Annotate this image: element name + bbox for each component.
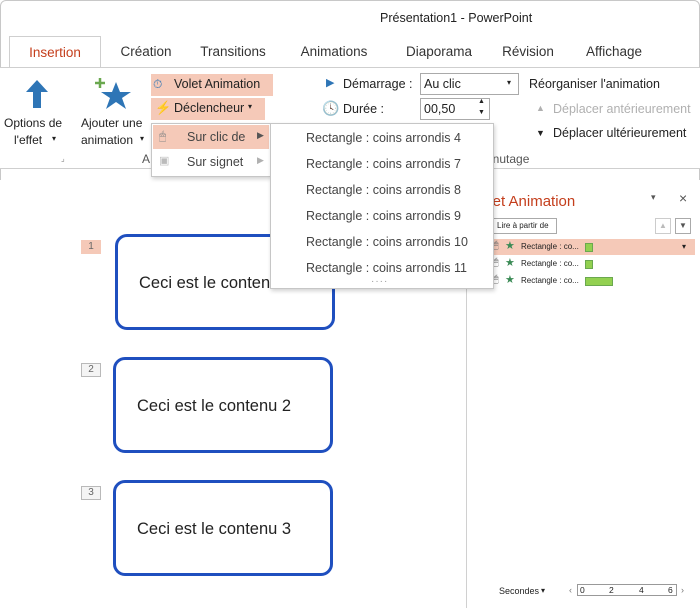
submenu-arrow-icon: ▶ <box>257 130 264 140</box>
spin-up-icon[interactable]: ▲ <box>478 98 485 105</box>
close-icon[interactable]: × <box>679 190 687 206</box>
animation-item-label: Rectangle : co... <box>521 276 579 285</box>
animation-item-label: Rectangle : co... <box>521 259 579 268</box>
animation-list-item[interactable]: 🖰 ★ Rectangle : co... <box>487 256 695 272</box>
animation-tag[interactable]: 1 <box>81 240 101 254</box>
tab-affichage[interactable]: Affichage <box>576 36 652 68</box>
scroll-left-icon[interactable]: ‹ <box>569 585 572 595</box>
animation-tag[interactable]: 3 <box>81 486 101 500</box>
trigger-button[interactable]: ⚡ Déclencheur ▾ <box>151 98 265 120</box>
submenu-arrow-icon: ▶ <box>257 155 264 165</box>
reorder-title: Réorganiser l'animation <box>529 77 660 91</box>
tab-creation[interactable]: Création <box>108 36 184 68</box>
on-click-of-label: Sur clic de <box>187 130 246 144</box>
caret-down-icon: ▾ <box>541 586 546 595</box>
tab-transitions[interactable]: Transitions <box>190 36 276 68</box>
clock-icon: 🕓 <box>322 100 340 116</box>
shape-menu-item[interactable]: Rectangle : coins arrondis 9 <box>306 209 461 223</box>
tab-revision[interactable]: Révision <box>494 36 562 68</box>
start-value: Au clic <box>424 77 461 91</box>
timeline-tick: 4 <box>639 585 644 595</box>
chevron-down-icon[interactable]: ▾ <box>651 192 656 203</box>
star-icon: ★ <box>505 257 515 269</box>
dialog-launcher-icon[interactable]: ⌟ <box>61 154 65 163</box>
shape-text: Ceci est le contenu 3 <box>137 520 292 538</box>
group-label-timing: inutage <box>490 152 530 166</box>
shape-menu-item[interactable]: Rectangle : coins arrondis 11 <box>306 261 467 275</box>
window-title: Présentation1 - PowerPoint <box>380 11 533 25</box>
animation-pane-icon: ⏱ <box>153 77 163 91</box>
triangle-up-icon: ▲ <box>536 103 545 113</box>
seconds-label[interactable]: Secondes <box>499 586 539 596</box>
animation-tag[interactable]: 2 <box>81 363 101 377</box>
animation-list-item[interactable]: 🖰 ★ Rectangle : co... ▾ <box>487 239 695 255</box>
tab-insertion[interactable]: Insertion <box>9 36 101 68</box>
duration-spinner[interactable]: 00,50 ▲ ▼ <box>420 98 490 120</box>
duration-value: 00,50 <box>424 102 456 116</box>
timing-bar[interactable] <box>585 277 613 286</box>
timeline-ruler: 0 2 4 6 <box>577 584 677 596</box>
shape-menu-item[interactable]: Rectangle : coins arrondis 7 <box>306 157 461 171</box>
shape-menu-item[interactable]: Rectangle : coins arrondis 4 <box>306 131 461 145</box>
animation-list-item[interactable]: 🖰 ★ Rectangle : co... <box>487 273 695 289</box>
chevron-down-icon: ▾ <box>507 78 512 87</box>
star-icon: ★ <box>505 240 515 252</box>
animation-pane-button[interactable]: ⏱ Volet Animation <box>151 74 273 96</box>
menu-item-on-click-of[interactable]: 🖱 Sur clic de ▶ <box>153 125 269 149</box>
add-animation-label-2: animation <box>81 133 134 147</box>
scroll-right-icon[interactable]: › <box>681 585 684 595</box>
triangle-down-icon: ▼ <box>536 128 545 138</box>
tab-animations[interactable]: Animations <box>290 36 378 68</box>
animation-pane: olet Animation ▾ × Lire à partir de ▲ ▼ … <box>466 180 700 608</box>
menu-item-on-bookmark[interactable]: ▣ Sur signet ▶ <box>153 150 269 174</box>
move-up-button[interactable]: ▲ <box>655 218 671 234</box>
caret-down-icon: ▾ <box>140 134 145 143</box>
shape-menu-item[interactable]: Rectangle : coins arrondis 10 <box>306 235 468 249</box>
caret-down-icon: ▾ <box>52 134 57 143</box>
arrow-up-icon <box>26 80 48 108</box>
shape-text: Ceci est le contenu 2 <box>137 397 292 415</box>
star-add-icon <box>95 78 131 109</box>
shape-menu-item[interactable]: Rectangle : coins arrondis 8 <box>306 183 461 197</box>
spin-down-icon[interactable]: ▼ <box>478 109 485 116</box>
effect-options-label-2: l'effet <box>14 133 43 147</box>
play-icon: ▶ <box>326 77 335 89</box>
animation-item-label: Rectangle : co... <box>521 242 579 251</box>
timing-bar[interactable] <box>585 260 593 269</box>
effect-options-button[interactable]: Options de l'effet ▾ <box>2 72 70 154</box>
trigger-menu: 🖱 Sur clic de ▶ ▣ Sur signet ▶ <box>151 123 271 177</box>
resize-grip[interactable]: ···· <box>371 276 388 287</box>
star-icon: ★ <box>505 274 515 286</box>
group-label-advanced: A <box>142 152 151 166</box>
lightning-icon: ⚡ <box>155 100 172 115</box>
title-bar: Présentation1 - PowerPoint <box>0 0 700 36</box>
play-from-button[interactable]: Lire à partir de <box>491 218 557 234</box>
effect-options-label-1: Options de <box>4 116 63 130</box>
bookmark-icon: ▣ <box>159 155 170 167</box>
add-animation-label-1: Ajouter une <box>81 116 143 130</box>
on-bookmark-label: Sur signet <box>187 155 244 169</box>
trigger-label: Déclencheur <box>174 101 245 115</box>
add-animation-button[interactable]: Ajouter une animation ▾ <box>76 72 152 154</box>
move-later-button[interactable]: Déplacer ultérieurement <box>553 126 686 140</box>
animation-pane-label: Volet Animation <box>174 77 261 91</box>
move-earlier-button[interactable]: Déplacer antérieurement <box>553 102 691 116</box>
content-shape[interactable]: Ceci est le contenu 3 <box>113 480 333 576</box>
duration-label: Durée : <box>343 102 384 116</box>
chevron-down-icon[interactable]: ▾ <box>682 242 686 251</box>
ribbon-tabs: Insertion Création Transitions Animation… <box>0 36 700 68</box>
timeline-tick: 2 <box>609 585 614 595</box>
timeline-tick: 6 <box>668 585 673 595</box>
caret-down-icon: ▾ <box>248 102 253 111</box>
pane-title: olet Animation <box>481 193 576 210</box>
move-down-button[interactable]: ▼ <box>675 218 691 234</box>
timeline-tick: 0 <box>580 585 585 595</box>
tab-diaporama[interactable]: Diaporama <box>398 36 480 68</box>
start-select[interactable]: Au clic ▾ <box>420 73 519 95</box>
mouse-click-icon: 🖱 <box>159 129 167 143</box>
start-label: Démarrage : <box>343 77 413 91</box>
shapes-submenu: Rectangle : coins arrondis 4 Rectangle :… <box>270 123 494 289</box>
timing-bar[interactable] <box>585 243 593 252</box>
content-shape[interactable]: Ceci est le contenu 2 <box>113 357 333 453</box>
